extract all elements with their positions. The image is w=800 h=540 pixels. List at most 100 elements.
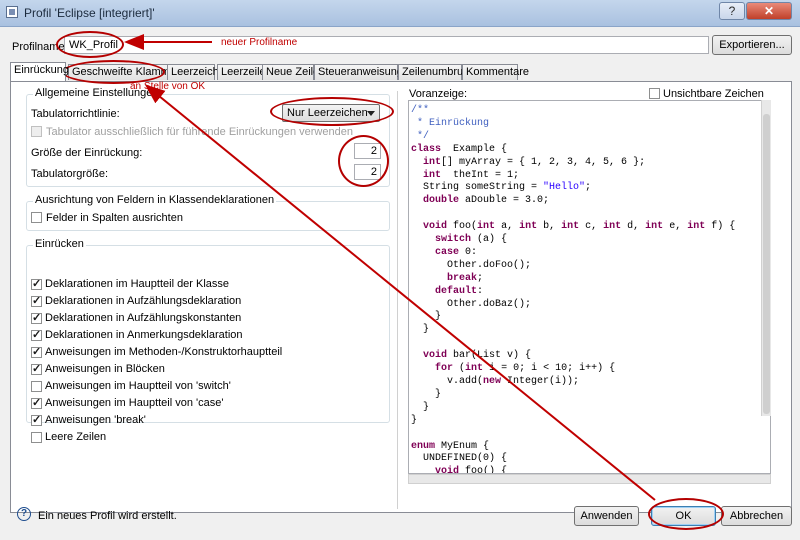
code-line: switch (a) { xyxy=(411,234,735,247)
code-token: void xyxy=(423,221,448,233)
code-token: UNDEFINED(0) { xyxy=(411,453,508,465)
code-line: for (int i = 0; i < 10; i++) { xyxy=(411,363,735,376)
code-line: String someString = "Hello"; xyxy=(411,182,735,195)
code-token: v.add( xyxy=(411,376,484,387)
code-token: theInt = 1; xyxy=(441,169,520,181)
code-token: } xyxy=(411,324,430,336)
code-token: Other.doBaz(); xyxy=(411,298,532,310)
indent-option-checkbox[interactable] xyxy=(31,413,42,426)
scrollbar-thumb[interactable] xyxy=(763,114,770,414)
code-token: f) { xyxy=(705,221,736,233)
code-line: Other.doFoo(); xyxy=(411,260,735,273)
tab-zeilenumbruch[interactable]: Zeilenumbruch xyxy=(398,64,475,80)
code-line: break; xyxy=(411,273,735,286)
cancel-button[interactable]: Abbrechen xyxy=(721,506,792,526)
code-line: * Einrückung xyxy=(411,118,735,131)
code-token: i = 0; i < 10; i++) { xyxy=(483,363,616,375)
code-token: * Einrückung xyxy=(411,117,490,129)
code-token: ( xyxy=(453,363,466,375)
align-columns-checkbox[interactable] xyxy=(31,212,42,223)
preview-vertical-scrollbar[interactable] xyxy=(761,100,771,416)
code-token: for xyxy=(435,363,454,375)
indent-option-checkbox[interactable] xyxy=(31,362,42,375)
code-token: new xyxy=(483,376,502,387)
tab-only-leading-checkbox[interactable] xyxy=(31,126,42,137)
indent-option-checkbox[interactable] xyxy=(31,328,42,341)
code-line: void foo(int a, int b, int c, int d, int… xyxy=(411,221,735,234)
code-token: bar(List v) { xyxy=(447,350,532,362)
code-line: v.add(new Integer(i)); xyxy=(411,376,735,389)
indent-option-label: Anweisungen im Hauptteil von 'case' xyxy=(45,397,224,409)
profile-name-input[interactable]: WK_Profil xyxy=(64,36,709,54)
code-token: } xyxy=(411,401,430,413)
tab-kommentare[interactable]: Kommentare xyxy=(462,64,529,80)
apply-button[interactable]: Anwenden xyxy=(574,506,639,526)
tab-only-leading-label: Tabulator ausschließlich für führende Ei… xyxy=(46,126,353,138)
code-token: /** xyxy=(411,105,430,116)
annotation-new-profile-name: neuer Profilname xyxy=(221,37,298,48)
align-columns-label: Felder in Spalten ausrichten xyxy=(46,212,183,224)
indent-option-checkbox[interactable] xyxy=(31,345,42,358)
window-title: Profil 'Eclipse [integriert]' xyxy=(24,6,155,20)
code-line: */ xyxy=(411,131,735,144)
help-window-button[interactable]: ? xyxy=(719,2,745,20)
code-token: int xyxy=(519,221,538,233)
code-token: } xyxy=(411,388,442,400)
code-token: b, xyxy=(537,221,562,233)
tab-einrueckung[interactable]: Einrückung xyxy=(10,62,69,81)
code-token: int xyxy=(645,221,664,233)
code-token: [] myArray = { 1, 2, 3, 4, 5, 6 }; xyxy=(441,156,646,168)
indent-option-label: Anweisungen 'break' xyxy=(45,414,146,426)
indent-title: Einrücken xyxy=(33,238,86,250)
eclipse-app-icon xyxy=(6,6,18,18)
code-token: int xyxy=(423,169,442,181)
tab-leerzeilen[interactable]: Leerzeilen xyxy=(217,64,272,80)
code-line: enum MyEnum { xyxy=(411,441,735,454)
code-token: int xyxy=(561,221,580,233)
code-line: double aDouble = 3.0; xyxy=(411,195,735,208)
code-line: /** xyxy=(411,105,735,118)
indent-option-checkbox[interactable] xyxy=(31,432,42,443)
code-line: UNDEFINED(0) { xyxy=(411,453,735,466)
indent-option-checkbox[interactable] xyxy=(31,277,42,290)
tab-policy-label: Tabulatorrichtlinie: xyxy=(31,108,120,120)
help-icon[interactable]: ? xyxy=(17,507,31,521)
code-token: enum xyxy=(411,440,436,452)
code-preview[interactable]: /** * Einrückung */class Example { int[]… xyxy=(408,100,771,474)
indent-option-checkbox[interactable] xyxy=(31,294,42,307)
code-token: class xyxy=(411,143,442,155)
dialog-content: Profilname: WK_Profil Exportieren... Ein… xyxy=(0,27,800,540)
indent-option-label: Anweisungen im Hauptteil von 'switch' xyxy=(45,380,231,392)
code-token: (a) { xyxy=(471,234,508,246)
annotation-ellipse-braces-tab xyxy=(62,60,165,84)
indent-size-label: Größe der Einrückung: xyxy=(31,147,143,159)
export-button[interactable]: Exportieren... xyxy=(712,35,792,55)
tab-leerzeichen[interactable]: Leerzeichen xyxy=(167,64,231,80)
close-window-button[interactable]: ✕ xyxy=(746,2,792,20)
code-token: Other.doFoo(); xyxy=(411,259,532,271)
tab-neue-zeilen[interactable]: Neue Zeilen xyxy=(262,64,325,80)
code-token: case xyxy=(435,246,460,258)
code-line: } xyxy=(411,311,735,324)
annotation-ellipse-ok xyxy=(648,498,724,530)
indent-option-checkbox[interactable] xyxy=(31,396,42,409)
indent-option-checkbox[interactable] xyxy=(31,381,42,392)
code-token: ; xyxy=(477,272,484,284)
annotation-instead-of-ok: an Stelle von OK xyxy=(130,81,206,92)
code-token: d, xyxy=(621,221,646,233)
title-bar: Profil 'Eclipse [integriert]' ? ✕ xyxy=(0,0,800,27)
indent-option-label: Leere Zeilen xyxy=(45,431,107,443)
show-invisible-checkbox[interactable] xyxy=(649,88,660,99)
tab-steueranweisungen[interactable]: Steueranweisungen xyxy=(314,64,415,80)
split-divider[interactable] xyxy=(397,91,398,509)
indent-option-checkbox[interactable] xyxy=(31,311,42,324)
preview-horizontal-scrollbar[interactable] xyxy=(408,474,771,484)
code-line: case 0: xyxy=(411,247,735,260)
